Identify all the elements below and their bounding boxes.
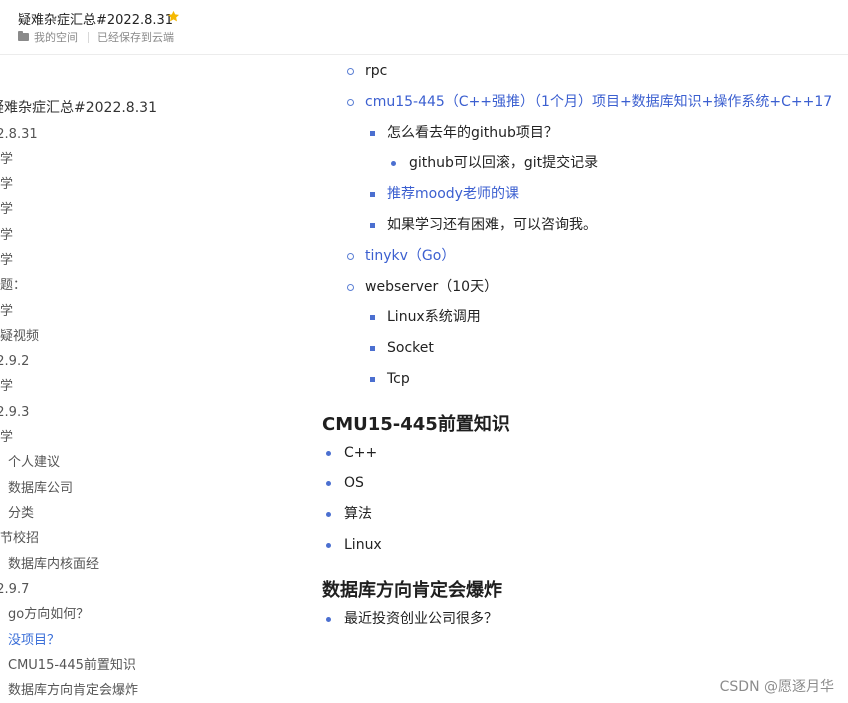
list-item: github可以回滚，git提交记录	[391, 154, 598, 172]
outline-item[interactable]: 22.8.31	[0, 127, 38, 143]
outline-item[interactable]: 分类	[8, 506, 34, 522]
list-item: C++	[326, 444, 377, 462]
outline-item[interactable]: 22.9.7	[0, 582, 29, 598]
outline-item[interactable]: 同学	[0, 304, 13, 320]
outline-item[interactable]: 同学	[0, 430, 13, 446]
breadcrumb-space[interactable]: 我的空间	[34, 29, 78, 45]
list-item: 怎么看去年的github项目？	[370, 124, 558, 142]
hollow-bullet-icon	[347, 98, 354, 106]
outline-item[interactable]: 同学	[0, 253, 13, 269]
list-item: rpc	[347, 62, 387, 80]
list-item: Socket	[370, 339, 434, 357]
section-heading: CMU15-445前置知识	[322, 414, 510, 435]
square-bullet-icon	[370, 130, 375, 136]
divider	[88, 31, 89, 43]
list-item-link[interactable]: cmu15-445（C++强推）（1个月）项目+数据库知识+操作系统+C++17	[347, 93, 832, 111]
outline-item[interactable]: 数据库公司	[8, 481, 73, 497]
outline-item[interactable]: 同学	[0, 228, 13, 244]
square-bullet-icon	[370, 314, 375, 320]
outline-sidebar: 疑难杂症汇总#2022.8.31 22.8.31 同学 同学 同学 同学 同学 …	[0, 54, 300, 703]
outline-item[interactable]: 同学	[0, 152, 13, 168]
list-item: 算法	[326, 505, 372, 523]
list-item-link[interactable]: tinykv（Go）	[347, 247, 455, 265]
square-bullet-icon	[370, 191, 375, 197]
outline-item[interactable]: CMU15-445前置知识	[8, 658, 136, 674]
dot-bullet-icon	[326, 616, 331, 622]
section-heading: 数据库方向肯定会爆炸	[322, 580, 502, 601]
square-bullet-icon	[370, 222, 375, 228]
outline-item[interactable]: 22.9.3	[0, 405, 29, 421]
list-item: OS	[326, 474, 364, 492]
outline-item[interactable]: 数据库内核面经	[8, 557, 99, 573]
dot-bullet-icon	[391, 160, 396, 166]
dot-bullet-icon	[326, 450, 331, 456]
list-item: webserver（10天）	[347, 278, 498, 296]
hollow-bullet-icon	[347, 283, 354, 291]
hollow-bullet-icon	[347, 252, 354, 260]
dot-bullet-icon	[326, 511, 331, 517]
outline-item-active[interactable]: 没项目？	[8, 633, 60, 649]
dot-bullet-icon	[326, 542, 331, 548]
list-item: Linux系统调用	[370, 308, 481, 326]
list-item: 如果学习还有困难，可以咨询我。	[370, 216, 597, 234]
document-title[interactable]: 疑难杂症汇总#2022.8.31	[18, 9, 173, 28]
star-icon[interactable]	[167, 10, 180, 23]
square-bullet-icon	[370, 345, 375, 351]
folder-icon	[18, 31, 29, 41]
list-item-link[interactable]: 推荐moody老师的课	[370, 185, 519, 203]
document-header: 疑难杂症汇总#2022.8.31 我的空间 已经保存到云端	[0, 0, 848, 55]
outline-item[interactable]: 22.9.2	[0, 354, 29, 370]
outline-item[interactable]: 个人建议	[8, 455, 60, 471]
watermark: CSDN @愿逐月华	[719, 679, 834, 695]
outline-item[interactable]: 疑难杂症汇总#2022.8.31	[0, 100, 157, 116]
dot-bullet-icon	[326, 480, 331, 486]
hollow-bullet-icon	[347, 67, 354, 75]
outline-item[interactable]: 数据库方向肯定会爆炸	[8, 683, 138, 699]
list-item: 最近投资创业公司很多？	[326, 610, 498, 628]
save-status: 已经保存到云端	[97, 31, 174, 44]
outline-item[interactable]: 同学	[0, 202, 13, 218]
list-item: Tcp	[370, 370, 410, 388]
outline-item[interactable]: 字节校招	[0, 531, 39, 547]
breadcrumb: 我的空间 已经保存到云端	[18, 29, 174, 45]
square-bullet-icon	[370, 376, 375, 382]
outline-item[interactable]: 答疑视频	[0, 329, 39, 345]
document-body[interactable]: rpc cmu15-445（C++强推）（1个月）项目+数据库知识+操作系统+C…	[300, 54, 848, 703]
outline-item[interactable]: 同学	[0, 379, 13, 395]
list-item: Linux	[326, 536, 382, 554]
outline-item[interactable]: 同学	[0, 177, 13, 193]
outline-item[interactable]: go方向如何？	[8, 607, 89, 623]
outline-item[interactable]: 问题：	[0, 278, 26, 294]
